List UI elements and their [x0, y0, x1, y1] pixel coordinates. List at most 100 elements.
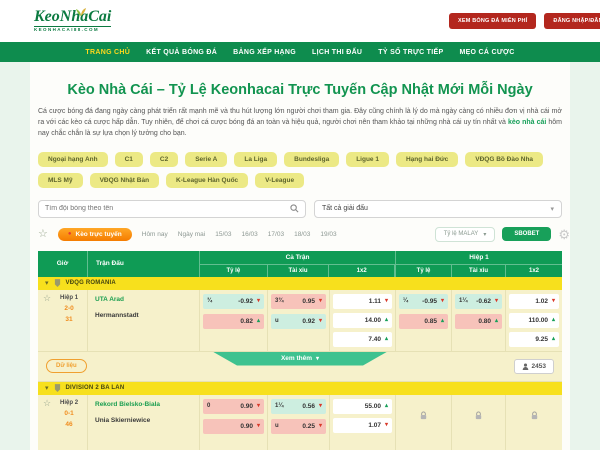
league-chips: Ngoại hạng Anh C1 C2 Serie A La Liga Bun… [38, 152, 562, 188]
odds-cell[interactable]: 0.80 [455, 314, 502, 329]
show-more-button[interactable]: Xem thêm ▾ [213, 352, 388, 366]
tab-tomorrow[interactable]: Ngày mai [178, 231, 205, 238]
main-nav: TRANG CHỦ KẾT QUẢ BÓNG ĐÁ BẢNG XẾP HẠNG … [0, 42, 600, 62]
odds-cell[interactable]: ¾ -0.92 [203, 294, 264, 309]
full-handicap-cell: ¾ -0.92 0.82 [200, 290, 268, 351]
favorites-star-icon[interactable]: ☆ [38, 229, 48, 240]
odds-cell[interactable]: 0.85 [399, 314, 448, 329]
chip-bo-dao-nha[interactable]: VĐQG Bồ Đào Nha [465, 152, 543, 167]
nav-item-fixtures[interactable]: LỊCH THI ĐẤU [312, 49, 362, 56]
match-row-rekord: ☆ Hiệp 2 0-1 46 Rekord Bielsko-Biala Uni… [38, 395, 562, 450]
handicap-line: 0 [207, 403, 210, 409]
tab-date-17-03[interactable]: 17/03 [268, 231, 284, 238]
odds-cell[interactable]: 1¼ -0.62 [455, 294, 502, 309]
full-1x2-cell: 1.11 14.00 7.40 [330, 290, 396, 351]
tab-today[interactable]: Hôm nay [142, 231, 168, 238]
nav-item-standings[interactable]: BẢNG XẾP HẠNG [233, 49, 296, 56]
match-teams-cell[interactable]: Rekord Bielsko-Biala Unia Skierniewice [88, 395, 200, 450]
odds-cell[interactable]: ¼ -0.95 [399, 294, 448, 309]
chip-nhat-ban[interactable]: VĐQG Nhật Bản [90, 173, 159, 188]
odds-type-select[interactable]: Tỷ lệ MALAY ▾ [435, 227, 496, 242]
search-icon[interactable] [290, 204, 299, 213]
tab-date-15-03[interactable]: 15/03 [215, 231, 231, 238]
odds-cell[interactable]: 7.40 [333, 332, 392, 347]
trend-icon [315, 403, 322, 409]
trend-icon [491, 318, 498, 324]
goal-line: 1¼ [275, 403, 283, 409]
league-row-division-2-poland[interactable]: ▾ DIVISION 2 BA LAN [38, 382, 562, 395]
odds-cell[interactable]: 1.11 [333, 294, 392, 309]
chip-ligue-1[interactable]: Ligue 1 [346, 152, 389, 167]
match-teams-cell[interactable]: UTA Arad Hermannstadt [88, 290, 200, 351]
odds-cell[interactable]: 0.90 [203, 419, 264, 434]
nav-item-tips[interactable]: MẸO CÁ CƯỢC [459, 49, 514, 56]
odds-value: 55.00 [365, 403, 381, 410]
chip-ngoai-hang-anh[interactable]: Ngoại hạng Anh [38, 152, 108, 167]
odds-cell[interactable]: 1.07 [333, 418, 392, 433]
lock-icon [530, 411, 539, 420]
home-team-name: Rekord Bielsko-Biala [95, 401, 196, 408]
nav-item-livescore[interactable]: TỶ SỐ TRỰC TIẾP [378, 49, 443, 56]
odds-cell[interactable]: 0 0.90 [203, 399, 264, 414]
lock-icon [419, 411, 428, 420]
col-group-full-time: Cả Trận Tỷ lệ Tài xỉu 1x2 [200, 251, 396, 277]
chip-hang-hai-duc[interactable]: Hạng hai Đức [396, 152, 458, 167]
site-logo[interactable]: KeoNhaCai KEONHACAI88.COM [34, 9, 111, 33]
odds-cell[interactable]: 0.82 [203, 314, 264, 329]
odds-cell[interactable]: u 0.25 [271, 419, 326, 434]
trend-icon [315, 298, 322, 304]
table-footer-row: Dữ liệu Xem thêm ▾ 2453 [38, 352, 562, 382]
odds-value: 0.95 [302, 298, 315, 305]
odds-cell[interactable]: 14.00 [333, 313, 392, 328]
tab-date-18-03[interactable]: 18/03 [294, 231, 310, 238]
trend-icon [253, 298, 260, 304]
favorite-star-icon[interactable]: ☆ [43, 294, 51, 347]
chip-la-liga[interactable]: La Liga [234, 152, 277, 167]
nav-item-results[interactable]: KẾT QUẢ BÓNG ĐÁ [146, 49, 217, 56]
trend-icon [315, 318, 322, 324]
gear-icon[interactable]: ⚙ [558, 228, 570, 241]
chip-c2[interactable]: C2 [150, 152, 178, 167]
trend-icon [381, 403, 388, 409]
favorite-star-icon[interactable]: ☆ [43, 399, 51, 450]
sbobet-button[interactable]: SBOBET [502, 227, 551, 241]
viewers-counter[interactable]: 2453 [514, 359, 554, 374]
odds-cell[interactable]: 1¼ 0.56 [271, 399, 326, 414]
team-search-input[interactable] [45, 205, 290, 212]
person-icon [522, 363, 529, 370]
tournament-filter-select[interactable]: Tất cả giải đấu ▾ [314, 200, 562, 218]
tab-date-16-03[interactable]: 16/03 [242, 231, 258, 238]
keo-nha-cai-link[interactable]: kèo nhà cái [508, 119, 546, 126]
odds-cell[interactable]: 55.00 [333, 399, 392, 414]
chip-k-league[interactable]: K-League Hàn Quốc [166, 173, 248, 188]
odds-value: 9.25 [535, 336, 548, 343]
logo-subtitle: KEONHACAI88.COM [34, 26, 111, 33]
chip-serie-a[interactable]: Serie A [185, 152, 227, 167]
trend-icon [548, 336, 555, 342]
odds-cell[interactable]: u 0.92 [271, 314, 326, 329]
chip-v-league[interactable]: V-League [255, 173, 304, 188]
odds-cell[interactable]: 9.25 [509, 332, 559, 347]
chip-mls[interactable]: MLS Mỹ [38, 173, 83, 188]
chevron-down-icon: ▾ [550, 205, 554, 213]
chip-c1[interactable]: C1 [115, 152, 143, 167]
login-register-button[interactable]: ĐĂNG NHẬP/ĐĂNG KÝ [544, 13, 600, 29]
odds-cell[interactable]: 3¾ 0.95 [271, 294, 326, 309]
nav-item-home[interactable]: TRANG CHỦ [85, 49, 130, 56]
team-search-box [38, 200, 306, 218]
odds-value: 0.82 [240, 318, 253, 325]
odds-value: 7.40 [368, 336, 381, 343]
tab-live-odds[interactable]: ● Kèo trực tuyến [58, 228, 132, 241]
goal-line: 3¾ [275, 298, 283, 304]
tab-date-19-03[interactable]: 19/03 [320, 231, 336, 238]
odds-value: -0.62 [476, 298, 491, 305]
data-button[interactable]: Dữ liệu [46, 359, 87, 373]
odds-cell[interactable]: 110.00 [509, 313, 559, 328]
league-row-romania[interactable]: ▾ VĐQG ROMANIA [38, 277, 562, 290]
chip-bundesliga[interactable]: Bundesliga [284, 152, 339, 167]
odds-cell[interactable]: 1.02 [509, 294, 559, 309]
match-period: Hiệp 2 [60, 400, 78, 406]
watch-free-button[interactable]: XEM BÓNG ĐÁ MIỄN PHÍ [449, 13, 536, 29]
trend-icon [253, 423, 260, 429]
goal-line: u [275, 423, 279, 429]
